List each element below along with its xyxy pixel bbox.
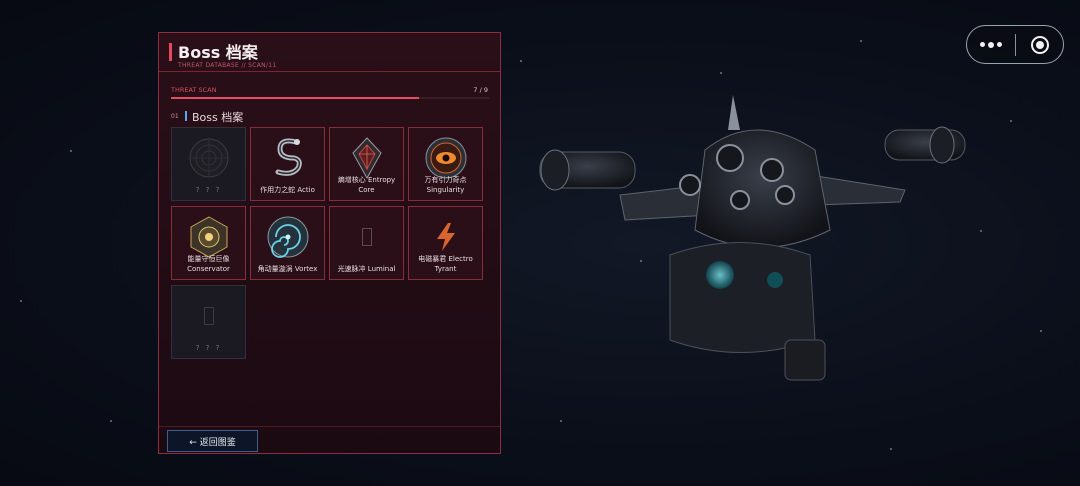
dot-icon: [997, 42, 1002, 47]
panel-title: Boss 档案: [178, 43, 258, 62]
boss-card-name: ? ? ?: [195, 186, 222, 194]
scan-label: THREAT SCAN: [171, 86, 217, 94]
entropy-crystal-icon: [345, 136, 389, 180]
dot-icon: [980, 42, 985, 47]
section-title: Boss 档案: [192, 111, 244, 124]
boss-card-actio[interactable]: 作用力之蛇 Actio: [250, 127, 325, 201]
lightning-icon: [424, 215, 468, 259]
boss-card-name: 光速脉冲 Luminal: [337, 265, 396, 273]
conservator-icon: [187, 215, 231, 259]
boss-spaceship-illustration: [539, 95, 966, 381]
boss-card-locked-1[interactable]: ? ? ?: [171, 127, 246, 201]
locked-placeholder-icon: [187, 294, 231, 338]
back-to-codex-button[interactable]: ← 返回图鉴: [167, 430, 258, 452]
boss-card-luminal[interactable]: 光速脉冲 Luminal: [329, 206, 404, 280]
locked-portal-icon: [187, 136, 231, 180]
header-accent-bar: [169, 43, 172, 61]
boss-card-vortex[interactable]: 角动量漩涡 Vortex: [250, 206, 325, 280]
boss-card-conservator[interactable]: 能量守恒巨像 Conservator: [171, 206, 246, 280]
singularity-eye-icon: [424, 136, 468, 180]
boss-card-name: 电磁暴君 Electro Tyrant: [418, 255, 473, 273]
mini-program-capsule: [966, 25, 1064, 64]
boss-card-name: 万有引力奇点 Singularity: [424, 176, 467, 194]
boss-card-name: 熵增核心 Entropy Core: [337, 176, 396, 194]
section-accent-bar: [185, 111, 187, 121]
panel-header: Boss 档案 THREAT DATABASE // SCAN/11: [159, 33, 500, 72]
boss-archive-panel: Boss 档案 THREAT DATABASE // SCAN/11 THREA…: [158, 32, 501, 454]
scan-progress-bar: [171, 97, 489, 99]
luminal-placeholder-icon: [345, 215, 389, 259]
boss-card-electro-tyrant[interactable]: 电磁暴君 Electro Tyrant: [408, 206, 483, 280]
target-circle-icon: [1030, 35, 1049, 54]
boss-card-name: 角动量漩涡 Vortex: [257, 265, 318, 273]
boss-card-name: 能量守恒巨像 Conservator: [187, 255, 230, 273]
dot-icon: [988, 41, 994, 48]
scan-progress-fill: [171, 97, 420, 99]
vortex-icon: [266, 215, 310, 259]
more-options-button[interactable]: [967, 26, 1015, 63]
boss-card-locked-2[interactable]: ? ? ?: [171, 285, 246, 359]
boss-card-singularity[interactable]: 万有引力奇点 Singularity: [408, 127, 483, 201]
footer-divider: [159, 426, 500, 427]
boss-card-name: ? ? ?: [195, 344, 222, 352]
section-number: 01: [171, 113, 179, 120]
panel-subtitle: THREAT DATABASE // SCAN/11: [178, 62, 277, 69]
scan-count: 7 / 9: [473, 86, 488, 94]
boss-card-entropy-core[interactable]: 熵增核心 Entropy Core: [329, 127, 404, 201]
close-target-button[interactable]: [1016, 35, 1063, 54]
boss-card-grid: ? ? ? 作用力之蛇 Actio 熵增核心 Entropy Core 万有引力…: [171, 127, 489, 367]
serpent-icon: [266, 136, 310, 180]
boss-card-name: 作用力之蛇 Actio: [260, 186, 315, 194]
